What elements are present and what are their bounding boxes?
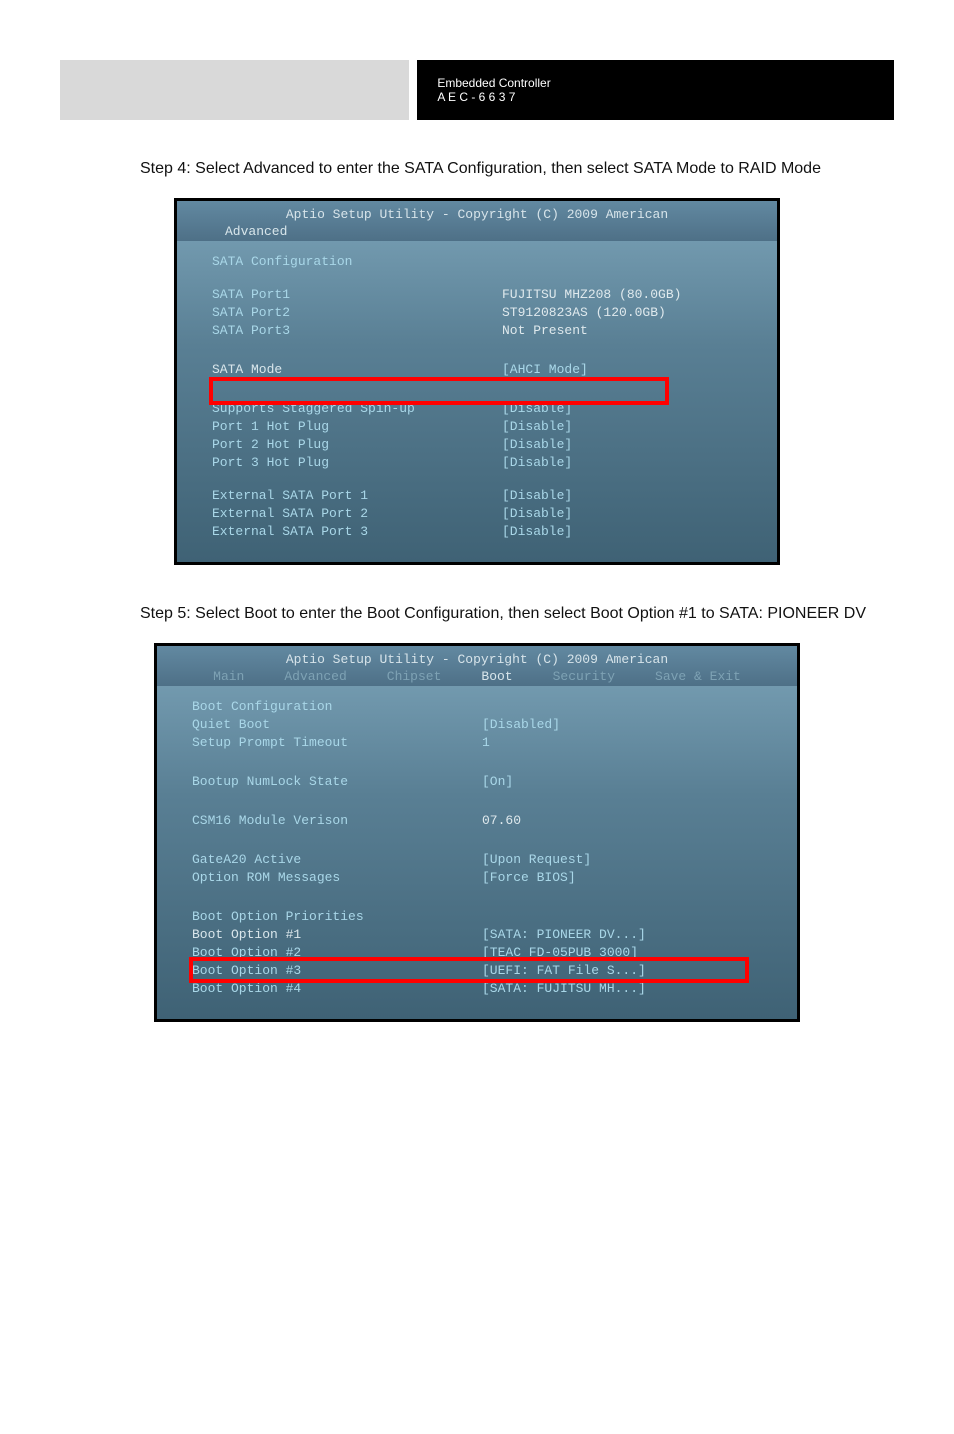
tab-dim[interactable]: Security — [553, 669, 615, 684]
tab-dim[interactable]: Save & Exit — [655, 669, 741, 684]
list-item: External SATA Port 2 — [212, 506, 502, 521]
section-title: Boot Configuration — [192, 699, 482, 714]
boot-option-1-value[interactable]: [SATA: PIONEER DV...] — [482, 927, 646, 942]
boot-option-1-label[interactable]: Boot Option #1 — [192, 927, 482, 942]
list-item: SATA Port1 — [212, 287, 502, 302]
list-value[interactable]: [Disabled] — [482, 717, 560, 732]
bios-screenshot-boot: Aptio Setup Utility - Copyright (C) 2009… — [154, 643, 800, 1022]
sata-mode-label[interactable]: SATA Mode — [212, 362, 502, 377]
list-item: Bootup NumLock State — [192, 774, 482, 789]
header-product-label: Embedded Controller — [437, 76, 874, 90]
list-value[interactable]: [Upon Request] — [482, 852, 591, 867]
tab-advanced[interactable]: Advanced — [225, 224, 287, 239]
list-item[interactable]: Boot Option #3 — [192, 963, 482, 978]
list-item: Quiet Boot — [192, 717, 482, 732]
tab-dim[interactable]: Chipset — [387, 669, 442, 684]
header-black-bar: Embedded Controller A E C - 6 6 3 7 — [417, 60, 894, 120]
tab-dim[interactable]: Main — [213, 669, 244, 684]
list-value[interactable]: [Disable] — [502, 437, 572, 452]
bios-tabs: Main Advanced Chipset Boot Security Save… — [165, 667, 789, 684]
list-value[interactable]: [Disable] — [502, 506, 572, 521]
list-item: GateA20 Active — [192, 852, 482, 867]
step4-text: Step 4: Select Advanced to enter the SAT… — [140, 160, 894, 178]
list-item: Supports Staggered Spin-up — [212, 401, 502, 416]
list-item: External SATA Port 1 — [212, 488, 502, 503]
list-item: CSM16 Module Verison — [192, 813, 482, 828]
list-item: SATA Port2 — [212, 305, 502, 320]
list-value[interactable]: [Disable] — [502, 455, 572, 470]
list-value[interactable]: [Disable] — [502, 401, 572, 416]
list-item: SATA Port3 — [212, 323, 502, 338]
list-item: Port 3 Hot Plug — [212, 455, 502, 470]
bios-title: Aptio Setup Utility - Copyright (C) 2009… — [185, 207, 769, 222]
step5-text: Step 5: Select Boot to enter the Boot Co… — [140, 605, 894, 623]
list-value: ST9120823AS (120.0GB) — [502, 305, 666, 320]
list-value[interactable]: [TEAC FD-05PUB 3000] — [482, 945, 638, 960]
bios-title: Aptio Setup Utility - Copyright (C) 2009… — [165, 652, 789, 667]
sata-mode-value[interactable]: [AHCI Mode] — [502, 362, 588, 377]
list-item[interactable]: Boot Option #2 — [192, 945, 482, 960]
list-item: Option ROM Messages — [192, 870, 482, 885]
list-value[interactable]: [Disable] — [502, 488, 572, 503]
tab-dim[interactable]: Advanced — [284, 669, 346, 684]
list-item[interactable]: Boot Option #4 — [192, 981, 482, 996]
list-value[interactable]: [Disable] — [502, 419, 572, 434]
header-model-label: A E C - 6 6 3 7 — [437, 90, 874, 104]
list-value[interactable]: [SATA: FUJITSU MH...] — [482, 981, 646, 996]
bios-tabs: Advanced — [185, 222, 769, 239]
list-value: 07.60 — [482, 813, 521, 828]
list-item: Port 1 Hot Plug — [212, 419, 502, 434]
section-title: SATA Configuration — [212, 254, 502, 269]
list-value[interactable]: [Force BIOS] — [482, 870, 576, 885]
list-item: Setup Prompt Timeout — [192, 735, 482, 750]
list-item: Port 2 Hot Plug — [212, 437, 502, 452]
list-value[interactable]: 1 — [482, 735, 490, 750]
list-value[interactable]: [Disable] — [502, 524, 572, 539]
header-bars: Embedded Controller A E C - 6 6 3 7 — [60, 60, 894, 120]
list-value[interactable]: [On] — [482, 774, 513, 789]
list-value[interactable]: [UEFI: FAT File S...] — [482, 963, 646, 978]
list-value: Not Present — [502, 323, 588, 338]
list-value: FUJITSU MHZ208 (80.0GB) — [502, 287, 681, 302]
tab-boot[interactable]: Boot — [481, 669, 512, 684]
bios-screenshot-sata: Aptio Setup Utility - Copyright (C) 2009… — [174, 198, 780, 565]
boot-priorities-header: Boot Option Priorities — [192, 909, 482, 924]
header-grey-bar — [60, 60, 409, 120]
list-item: External SATA Port 3 — [212, 524, 502, 539]
